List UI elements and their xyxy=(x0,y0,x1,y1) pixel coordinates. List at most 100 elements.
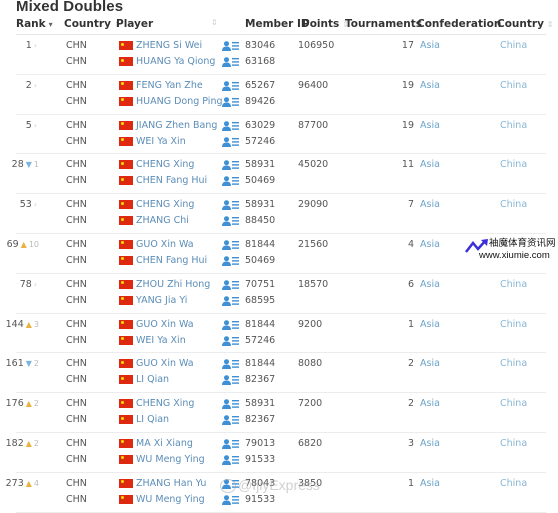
player-name-link[interactable]: CHEN Fang Hui xyxy=(136,175,207,186)
player-name-link[interactable]: HUANG Ya Qiong xyxy=(136,56,215,67)
confederation-link[interactable]: Asia xyxy=(420,319,440,330)
country-link[interactable]: China xyxy=(500,478,527,489)
country-link[interactable]: China xyxy=(500,40,527,51)
social-watermark: @IjiyExpress xyxy=(220,477,320,494)
country-link[interactable]: China xyxy=(500,438,527,449)
player-name-link[interactable]: JIANG Zhen Bang xyxy=(136,120,217,131)
column-header-country[interactable]: Country ⇕ xyxy=(64,18,121,30)
player-name-link[interactable]: YANG Jia Yi xyxy=(136,295,187,306)
confederation-link[interactable]: Asia xyxy=(420,279,440,290)
confederation-link[interactable]: Asia xyxy=(420,120,440,131)
player-name-link[interactable]: ZHANG Chi xyxy=(136,215,189,226)
sort-icon[interactable]: ⇕ xyxy=(211,18,218,27)
player-name-link[interactable]: ZHENG Si Wei xyxy=(136,40,202,51)
player-name-link[interactable]: CHENG Xing xyxy=(136,159,194,170)
member-profile-icon[interactable] xyxy=(222,415,240,426)
column-header-rank[interactable]: Rank ▾ xyxy=(16,18,53,30)
member-profile-icon[interactable] xyxy=(222,279,240,290)
confederation-link[interactable]: Asia xyxy=(420,478,440,489)
member-profile-icon[interactable] xyxy=(222,335,240,346)
member-id: 82367 xyxy=(245,374,276,386)
tournaments-count: 4 xyxy=(407,238,414,250)
member-id: 50469 xyxy=(245,254,276,266)
member-profile-icon[interactable] xyxy=(222,256,240,266)
china-flag-icon xyxy=(119,415,133,425)
player-country-code: CHN xyxy=(66,175,87,187)
member-id: 68595 xyxy=(245,294,276,306)
member-id: 57246 xyxy=(245,334,276,346)
member-profile-icon[interactable] xyxy=(222,176,240,187)
country-link[interactable]: China xyxy=(500,319,527,330)
player-name-link[interactable]: WU Meng Ying xyxy=(136,454,205,465)
player-name-link[interactable]: GUO Xin Wa xyxy=(136,319,194,330)
confederation-link[interactable]: Asia xyxy=(420,358,440,369)
player-name-link[interactable]: WU Meng Ying xyxy=(136,494,205,505)
player-name-link[interactable]: CHEN Fang Hui xyxy=(136,255,207,266)
member-profile-icon[interactable] xyxy=(222,240,240,250)
member-id: 79013 xyxy=(245,437,276,449)
player-name-link[interactable]: CHENG Xing xyxy=(136,398,194,409)
rank-cell: 176 ▲ 2 xyxy=(6,398,39,409)
confederation-link[interactable]: Asia xyxy=(420,40,440,51)
country-link[interactable]: China xyxy=(500,120,527,131)
country-link[interactable]: China xyxy=(500,80,527,91)
column-label: Points xyxy=(302,18,340,30)
rank-change-value: 4 xyxy=(33,478,39,488)
member-profile-icon[interactable] xyxy=(222,136,240,147)
player-name-link[interactable]: CHENG Xing xyxy=(136,199,194,210)
member-id: 65267 xyxy=(245,79,276,91)
country-link[interactable]: China xyxy=(500,398,527,409)
member-profile-icon[interactable] xyxy=(222,120,240,131)
member-profile-icon[interactable] xyxy=(222,319,240,330)
china-flag-icon xyxy=(119,279,133,289)
player-name-link[interactable]: GUO Xin Wa xyxy=(136,358,194,369)
points-value: 45020 xyxy=(298,159,329,171)
column-header-player[interactable]: Player xyxy=(116,18,153,30)
player-country-code: CHN xyxy=(66,398,87,410)
confederation-link[interactable]: Asia xyxy=(420,199,440,210)
player-name-link[interactable]: FENG Yan Zhe xyxy=(136,80,203,91)
player-name-link[interactable]: WEI Ya Xin xyxy=(136,335,186,346)
player-country-code: CHN xyxy=(66,334,87,346)
confederation-link[interactable]: Asia xyxy=(420,438,440,449)
member-profile-icon[interactable] xyxy=(222,57,240,67)
member-id: 50469 xyxy=(245,175,276,187)
member-profile-icon[interactable] xyxy=(222,359,240,370)
member-profile-icon[interactable] xyxy=(222,375,240,386)
confederation-link[interactable]: Asia xyxy=(420,239,440,250)
player-name-link[interactable]: ZHANG Han Yu xyxy=(136,478,206,489)
rank-change-value: 10 xyxy=(28,239,39,249)
player-country-code: CHN xyxy=(66,159,87,171)
member-profile-icon[interactable] xyxy=(222,399,240,410)
member-profile-icon[interactable] xyxy=(222,96,240,107)
table-row: 5 › CHN JIANG Zhen Bang 63029 CHN WEI Ya Xin 57… xyxy=(16,115,546,155)
confederation-link[interactable]: Asia xyxy=(420,398,440,409)
member-profile-icon[interactable] xyxy=(222,439,240,449)
china-flag-icon xyxy=(119,399,133,409)
sort-icon[interactable]: ⇕ xyxy=(547,20,554,29)
member-profile-icon[interactable] xyxy=(222,216,240,227)
rank-cell: 28 ▼ 1 xyxy=(12,159,39,170)
player-name-link[interactable]: LI Qian xyxy=(136,374,169,385)
sort-desc-icon[interactable]: ▾ xyxy=(49,20,53,29)
column-header-country-name[interactable]: Country ⇕ xyxy=(497,18,554,30)
column-header-points[interactable]: Points ⇕ xyxy=(302,18,349,30)
member-profile-icon[interactable] xyxy=(222,455,240,465)
player-name-link[interactable]: HUANG Dong Ping xyxy=(136,96,223,107)
player-name-link[interactable]: GUO Xin Wa xyxy=(136,239,194,250)
member-profile-icon[interactable] xyxy=(222,41,240,51)
confederation-link[interactable]: Asia xyxy=(420,159,440,170)
country-link[interactable]: China xyxy=(500,199,527,210)
player-name-link[interactable]: MA Xi Xiang xyxy=(136,438,193,449)
country-link[interactable]: China xyxy=(500,279,527,290)
player-name-link[interactable]: WEI Ya Xin xyxy=(136,136,186,147)
member-profile-icon[interactable] xyxy=(222,295,240,306)
player-name-link[interactable]: LI Qian xyxy=(136,414,169,425)
player-name-link[interactable]: ZHOU Zhi Hong xyxy=(136,279,210,290)
country-link[interactable]: China xyxy=(500,358,527,369)
confederation-link[interactable]: Asia xyxy=(420,80,440,91)
member-profile-icon[interactable] xyxy=(222,200,240,211)
member-profile-icon[interactable] xyxy=(222,160,240,171)
country-link[interactable]: China xyxy=(500,159,527,170)
member-profile-icon[interactable] xyxy=(222,80,240,91)
